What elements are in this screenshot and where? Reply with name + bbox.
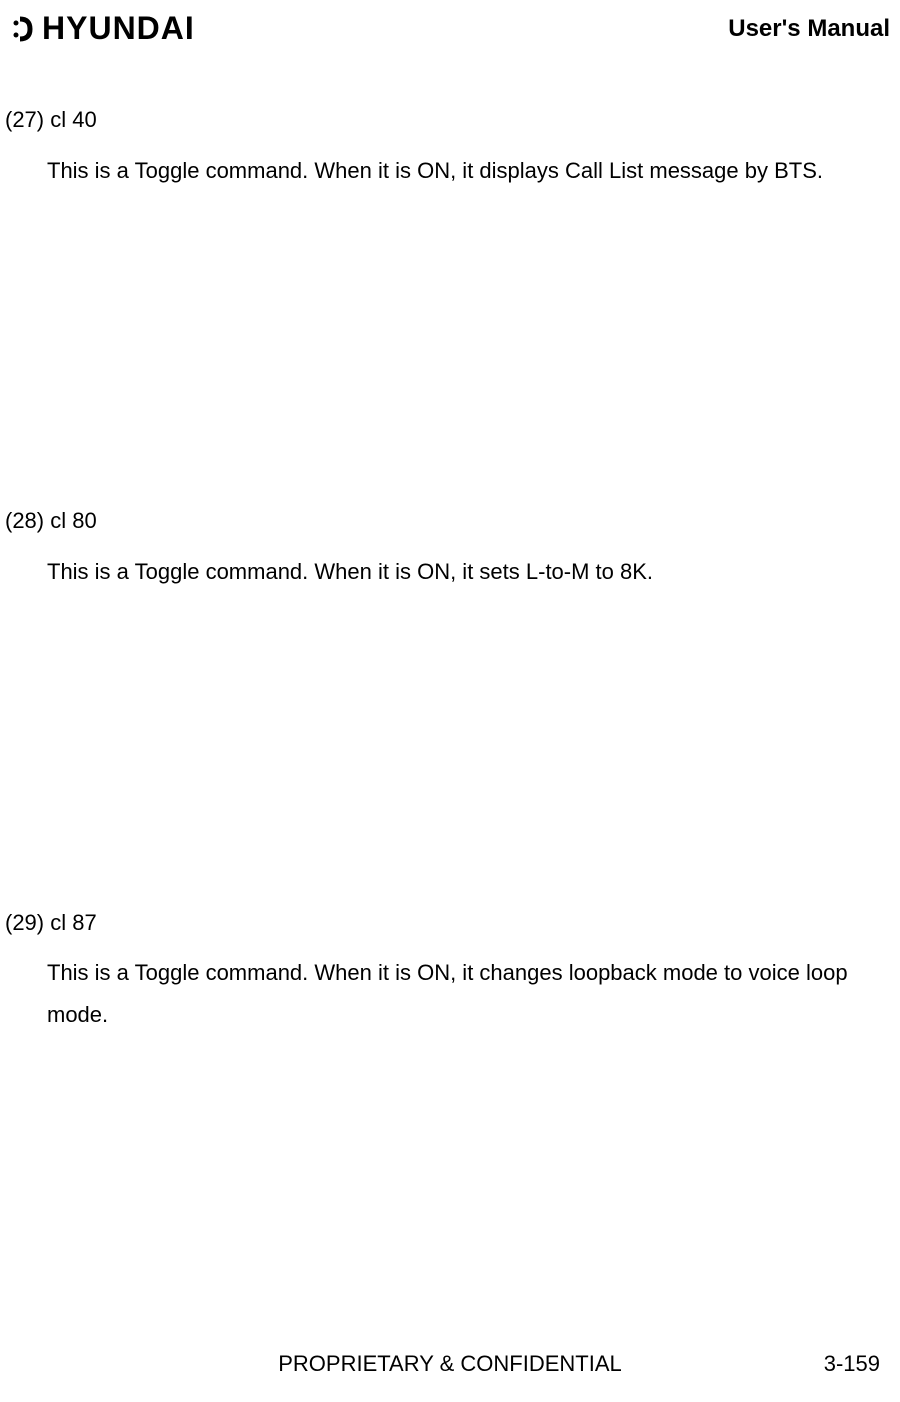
- section-title: (28) cl 80: [5, 501, 890, 541]
- section-description: This is a Toggle command. When it is ON,…: [5, 952, 890, 1036]
- section-27: (27) cl 40 This is a Toggle command. Whe…: [5, 100, 890, 191]
- section-29: (29) cl 87 This is a Toggle command. Whe…: [5, 903, 890, 1036]
- logo-text: HYUNDAI: [42, 10, 195, 47]
- hyundai-logo: HYUNDAI: [10, 10, 195, 47]
- section-description: This is a Toggle command. When it is ON,…: [5, 551, 890, 593]
- page-header: HYUNDAI User's Manual: [10, 10, 890, 47]
- section-title: (29) cl 87: [5, 903, 890, 943]
- hyundai-logo-icon: [10, 15, 38, 43]
- footer-center: PROPRIETARY & CONFIDENTIAL: [220, 1351, 680, 1377]
- page-footer: PROPRIETARY & CONFIDENTIAL 3-159: [0, 1351, 900, 1377]
- page-content: (27) cl 40 This is a Toggle command. Whe…: [5, 100, 890, 1036]
- page-number: 3-159: [680, 1351, 880, 1377]
- section-title: (27) cl 40: [5, 100, 890, 140]
- manual-title: User's Manual: [728, 15, 890, 43]
- section-description: This is a Toggle command. When it is ON,…: [5, 150, 890, 192]
- section-28: (28) cl 80 This is a Toggle command. Whe…: [5, 501, 890, 592]
